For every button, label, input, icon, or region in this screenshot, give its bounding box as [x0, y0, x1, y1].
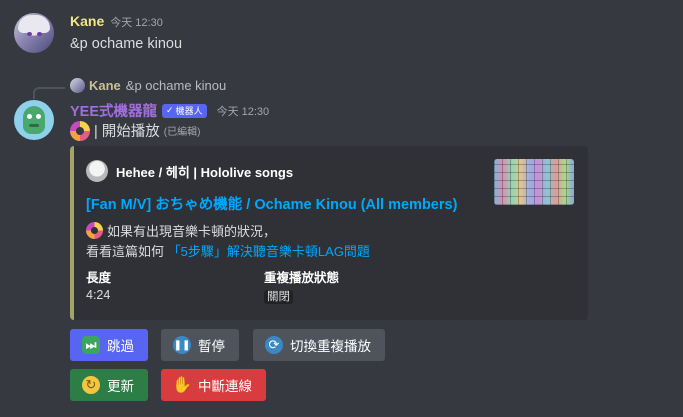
pause-button[interactable]: ❚❚ 暫停 — [161, 329, 239, 361]
loop-button[interactable]: ⟳ 切換重複播放 — [253, 329, 385, 361]
field-length-value: 4:24 — [86, 288, 111, 302]
embed-title[interactable]: [Fan M/V] おちゃめ機能 / Ochame Kinou (All mem… — [86, 193, 457, 214]
bot-message-header: YEE式機器龍 ✓ 機器人 今天 12:30 — [70, 100, 269, 121]
reply-avatar — [70, 78, 85, 93]
spinning-disc-icon — [86, 222, 103, 239]
disconnect-label: 中斷連線 — [198, 379, 252, 394]
refresh-label: 更新 — [107, 379, 134, 394]
reply-content: &p ochame kinou — [125, 78, 227, 93]
video-thumbnail[interactable] — [494, 159, 574, 205]
embed-author[interactable]: Hehee / 헤히 | Hololive songs — [86, 160, 293, 182]
edited-marker: (已編輯) — [163, 127, 201, 138]
field-length-name: 長度 — [86, 271, 112, 285]
reply-connector — [33, 87, 65, 99]
music-embed: Hehee / 헤히 | Hololive songs [Fan M/V] おち… — [70, 146, 588, 320]
bot-badge-label: 機器人 — [175, 106, 203, 116]
kane-avatar[interactable] — [14, 13, 54, 53]
timestamp: 今天 12:30 — [216, 105, 270, 118]
skip-icon: ⏭ — [82, 336, 100, 354]
bot-badge: ✓ 機器人 — [162, 103, 207, 118]
bot-username[interactable]: YEE式機器龍 — [70, 100, 157, 121]
reply-username[interactable]: Kane — [89, 78, 121, 93]
disconnect-button[interactable]: ✋ 中斷連線 — [161, 369, 266, 401]
loop-icon: ⟳ — [265, 336, 283, 354]
loop-label: 切換重複播放 — [290, 339, 371, 354]
wave-icon: ✋ — [172, 377, 192, 394]
skip-label: 跳過 — [107, 339, 134, 354]
message-header: Kane 今天 12:30 — [70, 13, 163, 30]
loop-status-value: 關閉 — [264, 290, 293, 304]
message-content: &p ochame kinou — [70, 36, 183, 52]
field-loop-name: 重複播放狀態 — [264, 271, 340, 285]
username[interactable]: Kane — [70, 13, 104, 29]
status-text: | 開始播放 — [94, 124, 160, 140]
field-loop-value: 關閉 — [264, 288, 293, 304]
description-text: 如果有出現音樂卡頓的狀況， — [107, 224, 277, 239]
reply-reference[interactable]: Kane &p ochame kinou — [70, 78, 226, 93]
embed-description-line1: 如果有出現音樂卡頓的狀況， — [86, 221, 276, 240]
description-prefix: 看看這篇如何 — [86, 244, 165, 259]
refresh-button[interactable]: ↻ 更新 — [70, 369, 148, 401]
spinning-disc-icon — [70, 120, 90, 141]
skip-button[interactable]: ⏭ 跳過 — [70, 329, 148, 361]
help-link[interactable]: 「5步驟」解決聽音樂卡頓LAG問題 — [168, 244, 370, 259]
pause-label: 暫停 — [198, 339, 225, 354]
author-name[interactable]: Hehee / 헤히 | Hololive songs — [116, 162, 293, 181]
author-avatar-icon — [86, 160, 108, 182]
embed-description-line2: 看看這篇如何 「5步驟」解決聽音樂卡頓LAG問題 — [86, 241, 370, 260]
timestamp: 今天 12:30 — [110, 17, 163, 29]
bot-status: | 開始播放 (已編輯) — [70, 120, 200, 141]
bot-avatar[interactable] — [14, 100, 54, 140]
refresh-icon: ↻ — [82, 376, 100, 394]
pause-icon: ❚❚ — [173, 336, 191, 354]
check-icon: ✓ — [166, 105, 174, 115]
